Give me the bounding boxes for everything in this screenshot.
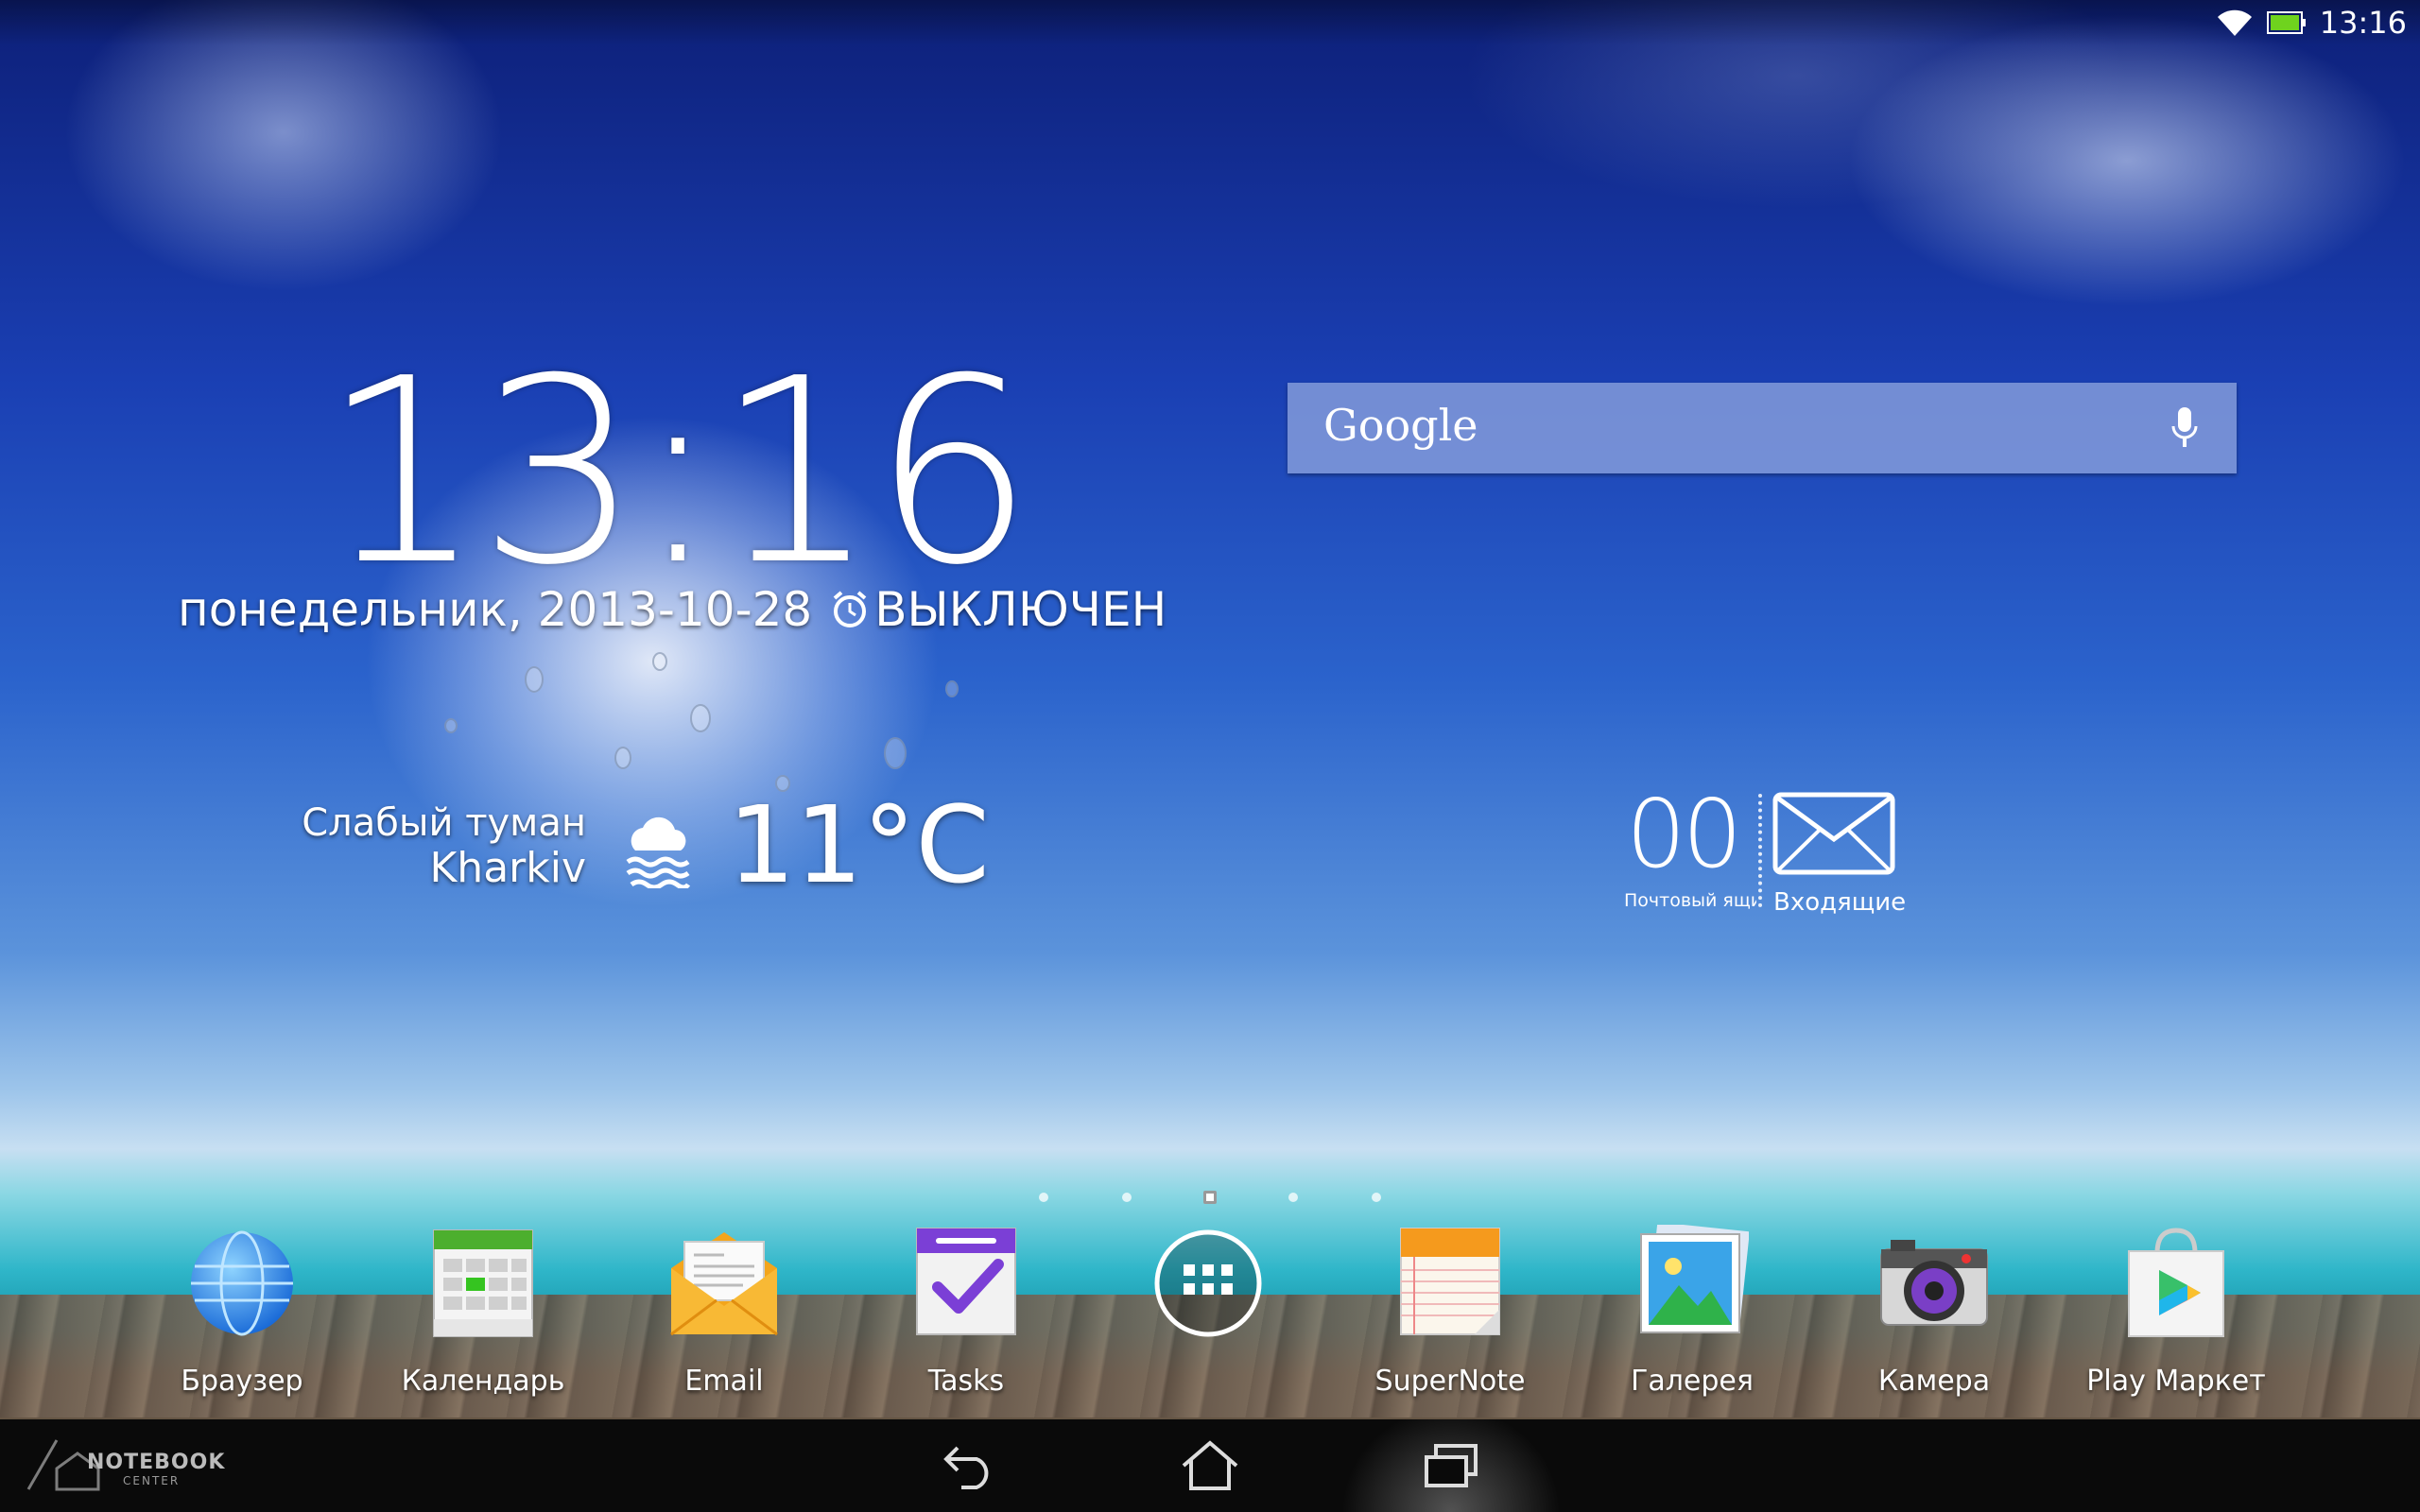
page-dot[interactable]	[1039, 1193, 1048, 1202]
dock-label: Email	[684, 1365, 764, 1398]
dock-item-app-drawer[interactable]	[1118, 1225, 1298, 1404]
mail-inbox-label: Входящие	[1773, 888, 1907, 917]
mail-unread-count: 00	[1626, 779, 1742, 889]
fog-icon	[626, 816, 691, 888]
app-drawer-icon	[1154, 1229, 1262, 1337]
dock-label: Календарь	[401, 1365, 565, 1398]
page-dot[interactable]	[1372, 1193, 1381, 1202]
mic-icon[interactable]	[2170, 405, 2199, 451]
watermark-subtext: CENTER	[123, 1474, 181, 1487]
weather-temperature[interactable]: 11°C	[728, 789, 990, 902]
recents-icon	[1425, 1444, 1478, 1487]
page-dot-active[interactable]	[1203, 1191, 1217, 1204]
mail-divider	[1758, 794, 1762, 907]
play-store-icon	[2128, 1228, 2224, 1337]
browser-globe-icon	[191, 1230, 293, 1336]
email-icon	[670, 1232, 778, 1336]
dock-item-email[interactable]: Email	[634, 1225, 814, 1404]
weather-city[interactable]: Kharkiv	[284, 844, 586, 892]
calendar-icon	[433, 1229, 533, 1337]
clock-date-row[interactable]: понедельник, 2013-10-28 ВЫКЛЮЧЕН	[178, 581, 1167, 638]
page-dot[interactable]	[1122, 1193, 1132, 1202]
dock-item-camera[interactable]: Камера	[1844, 1225, 2024, 1404]
clock-time[interactable]: 13:16	[321, 345, 1034, 600]
dock-item-calendar[interactable]: Календарь	[393, 1225, 573, 1404]
dock-label: Галерея	[1631, 1365, 1754, 1398]
camera-icon	[1880, 1240, 1988, 1326]
back-button[interactable]	[884, 1419, 1054, 1512]
alarm-label: ВЫКЛЮЧЕН	[874, 582, 1167, 637]
mail-mailbox-label: Почтовый ящи...	[1624, 890, 1756, 911]
alarm-clock-icon	[833, 591, 867, 627]
envelope-icon	[1772, 792, 1895, 875]
weather-condition[interactable]: Слабый туман	[284, 801, 586, 845]
clock-date: понедельник, 2013-10-28	[178, 582, 813, 637]
dock-label: Play Маркет	[2086, 1365, 2266, 1398]
status-time: 13:16	[2319, 5, 2407, 41]
supernote-icon	[1400, 1228, 1500, 1335]
google-search-bar[interactable]: Google	[1288, 383, 2237, 473]
battery-icon	[2266, 11, 2306, 34]
back-icon	[943, 1446, 989, 1489]
page-dot[interactable]	[1288, 1193, 1298, 1202]
dock-label: Tasks	[927, 1365, 1005, 1398]
dock-item-gallery[interactable]: Галерея	[1602, 1225, 1782, 1404]
dock-item-tasks[interactable]: Tasks	[876, 1225, 1056, 1404]
wifi-icon	[2217, 9, 2252, 36]
dock-label: Браузер	[181, 1365, 303, 1398]
recents-button[interactable]	[1366, 1419, 1536, 1512]
tasks-icon	[916, 1228, 1016, 1335]
dock-item-supernote[interactable]: SuperNote	[1360, 1225, 1540, 1404]
home-icon	[1182, 1440, 1238, 1490]
home-button[interactable]	[1125, 1419, 1295, 1512]
google-logo: Google	[1323, 400, 1478, 451]
dock-item-browser[interactable]: Браузер	[152, 1225, 332, 1404]
dock-label: Камера	[1877, 1365, 1991, 1398]
gallery-icon	[1640, 1225, 1749, 1333]
dock-item-play-store[interactable]: Play Маркет	[2086, 1225, 2266, 1404]
alarm-status: ВЫКЛЮЧЕН	[829, 582, 1167, 637]
dock-label: SuperNote	[1374, 1365, 1526, 1398]
status-bar: 13:16	[0, 0, 2420, 45]
watermark-text: NOTEBOOK	[87, 1451, 226, 1474]
